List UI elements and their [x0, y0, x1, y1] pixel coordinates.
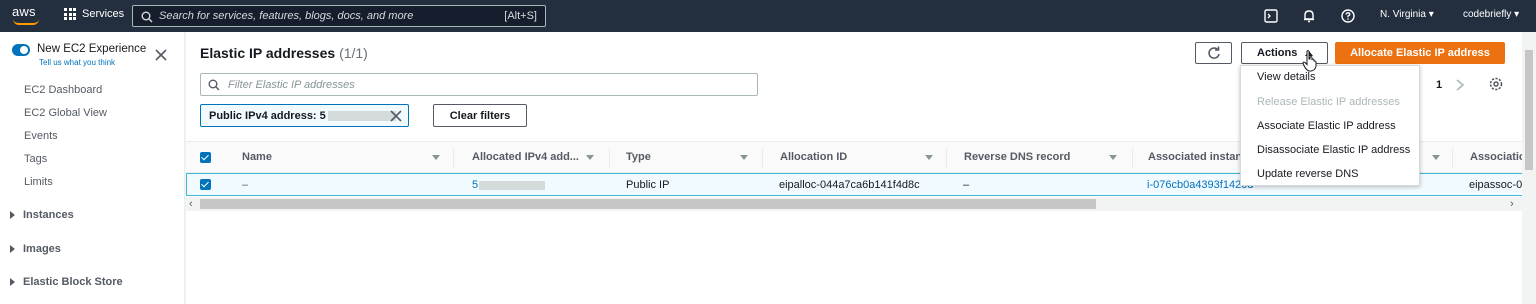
- filter-placeholder: Filter Elastic IP addresses: [228, 79, 355, 91]
- sidebar-section-instances[interactable]: Instances: [10, 209, 74, 221]
- sort-icon[interactable]: [432, 155, 440, 160]
- column-header-type[interactable]: Type: [626, 151, 651, 163]
- column-header-allocated-ipv4[interactable]: Allocated IPv4 add...: [472, 151, 579, 163]
- sort-icon[interactable]: [1432, 155, 1440, 160]
- sidebar-section-label: Elastic Block Store: [23, 276, 123, 288]
- column-header-name[interactable]: Name: [242, 151, 272, 163]
- search-icon: [208, 79, 220, 91]
- sort-icon[interactable]: [1109, 155, 1117, 160]
- remove-token-icon[interactable]: [389, 109, 403, 123]
- aws-logo-text: aws: [12, 4, 36, 19]
- redacted-ip: [479, 180, 546, 190]
- column-divider: [609, 148, 610, 168]
- sort-icon[interactable]: [740, 155, 748, 160]
- cell-allocation-id: eipalloc-044a7ca6b141f4d8c: [779, 179, 920, 191]
- close-icon[interactable]: [154, 48, 168, 62]
- new-experience-title: New EC2 Experience: [37, 43, 147, 55]
- scroll-left-icon[interactable]: ‹: [189, 198, 193, 210]
- main-content: Elastic IP addresses (1/1) Actions Alloc…: [186, 32, 1536, 304]
- sidebar-item-ec2-global-view[interactable]: EC2 Global View: [24, 107, 107, 119]
- redacted-ip: [327, 110, 396, 121]
- column-divider: [1132, 148, 1133, 168]
- scrollbar-thumb[interactable]: [200, 199, 1096, 209]
- aws-smile-icon: [13, 19, 39, 25]
- column-header-associated-instance[interactable]: Associated instanc: [1148, 151, 1248, 163]
- expand-caret-icon: [10, 278, 15, 286]
- sidebar-item-events[interactable]: Events: [24, 130, 58, 142]
- chevron-right-icon[interactable]: [1454, 78, 1466, 92]
- region-label: N. Virginia: [1380, 9, 1426, 20]
- select-all-checkbox[interactable]: [200, 152, 211, 163]
- cloudshell-icon[interactable]: [1263, 8, 1279, 24]
- scroll-right-icon[interactable]: ›: [1510, 198, 1514, 210]
- top-navigation: aws Services Search for services, featur…: [0, 0, 1536, 32]
- allocate-elastic-ip-button[interactable]: Allocate Elastic IP address: [1335, 42, 1505, 64]
- bell-icon[interactable]: [1301, 8, 1317, 24]
- aws-logo[interactable]: aws: [12, 4, 42, 28]
- services-menu-button[interactable]: Services: [64, 8, 124, 20]
- gear-icon[interactable]: [1488, 76, 1504, 92]
- search-icon: [141, 11, 153, 23]
- vertical-scrollbar[interactable]: [1522, 32, 1536, 304]
- horizontal-scrollbar[interactable]: ‹ ›: [186, 197, 1522, 211]
- new-experience-toggle[interactable]: [12, 44, 30, 56]
- sort-icon[interactable]: [925, 155, 933, 160]
- selection-count: (1/1): [339, 45, 368, 61]
- sidebar: New EC2 Experience Tell us what you thin…: [0, 32, 185, 304]
- actions-label: Actions: [1257, 47, 1298, 59]
- column-divider: [453, 148, 454, 168]
- page-title-text: Elastic IP addresses: [200, 45, 336, 61]
- filter-input[interactable]: Filter Elastic IP addresses: [200, 73, 758, 96]
- menu-item-disassociate-elastic-ip[interactable]: Disassociate Elastic IP address: [1257, 144, 1410, 156]
- sidebar-section-label: Instances: [23, 209, 74, 221]
- sidebar-item-ec2-dashboard[interactable]: EC2 Dashboard: [24, 84, 102, 96]
- grid-icon: [64, 8, 76, 20]
- sidebar-section-elastic-block-store[interactable]: Elastic Block Store: [10, 276, 123, 288]
- filter-token-label: Public IPv4 address: 5: [209, 109, 326, 122]
- column-header-association[interactable]: Associatio: [1470, 151, 1526, 163]
- sidebar-item-limits[interactable]: Limits: [24, 176, 53, 188]
- scrollbar-thumb[interactable]: [1525, 50, 1533, 170]
- expand-caret-icon: [10, 211, 15, 219]
- cell-name: –: [242, 179, 249, 191]
- pagination-current-page[interactable]: 1: [1436, 79, 1442, 91]
- column-header-allocation-id[interactable]: Allocation ID: [780, 151, 847, 163]
- cell-type: Public IP: [626, 179, 670, 191]
- filter-token: Public IPv4 address: 5: [200, 104, 409, 127]
- sort-icon[interactable]: [586, 155, 594, 160]
- menu-item-release-elastic-ip: Release Elastic IP addresses: [1257, 96, 1400, 108]
- page-title: Elastic IP addresses (1/1): [200, 45, 368, 61]
- region-selector[interactable]: N. Virginia ▾: [1380, 9, 1434, 20]
- help-icon[interactable]: [1340, 8, 1356, 24]
- cell-reverse-dns: –: [963, 179, 970, 191]
- clear-filters-button[interactable]: Clear filters: [433, 104, 527, 127]
- sidebar-section-images[interactable]: Images: [10, 243, 61, 255]
- refresh-button[interactable]: [1195, 42, 1232, 64]
- account-menu[interactable]: codebriefly ▾: [1463, 9, 1519, 20]
- global-search-input[interactable]: Search for services, features, blogs, do…: [132, 5, 546, 27]
- menu-item-update-reverse-dns[interactable]: Update reverse DNS: [1257, 168, 1359, 180]
- cell-association: eipassoc-0: [1469, 179, 1523, 191]
- search-placeholder: Search for services, features, blogs, do…: [159, 10, 414, 22]
- row-checkbox[interactable]: [200, 179, 211, 190]
- expand-caret-icon: [10, 245, 15, 253]
- sidebar-section-label: Images: [23, 243, 61, 255]
- column-divider: [1452, 148, 1453, 168]
- sidebar-item-tags[interactable]: Tags: [24, 153, 47, 165]
- account-label: codebriefly: [1463, 9, 1512, 20]
- cell-instance-link[interactable]: i-076cb0a4393f1420d: [1147, 179, 1253, 191]
- column-divider: [946, 148, 947, 168]
- column-divider: [762, 148, 763, 168]
- cell-ipv4-text: 5: [472, 179, 479, 191]
- menu-item-view-details[interactable]: View details: [1257, 71, 1316, 83]
- column-header-reverse-dns[interactable]: Reverse DNS record: [964, 151, 1070, 163]
- menu-item-associate-elastic-ip[interactable]: Associate Elastic IP address: [1257, 120, 1396, 132]
- cell-ipv4-link[interactable]: 5: [472, 179, 546, 191]
- actions-dropdown-menu: View details Release Elastic IP addresse…: [1240, 65, 1420, 186]
- search-shortcut: [Alt+S]: [504, 10, 537, 22]
- hand-cursor-icon: [1302, 50, 1317, 72]
- services-label: Services: [82, 8, 125, 20]
- refresh-icon: [1207, 46, 1220, 59]
- feedback-link[interactable]: Tell us what you think: [39, 58, 115, 67]
